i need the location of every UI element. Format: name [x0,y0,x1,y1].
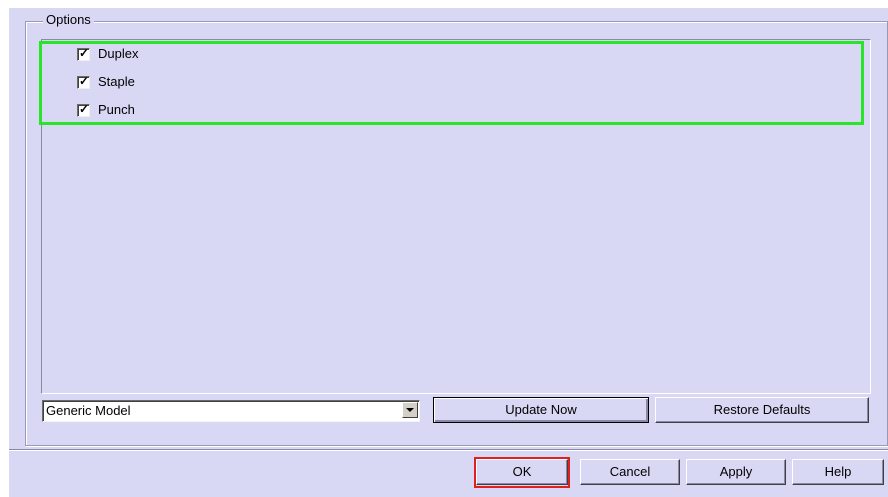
apply-button[interactable]: Apply [686,459,786,485]
duplex-label: Duplex [98,46,139,61]
duplex-checkbox[interactable]: ✓ [77,45,90,61]
staple-label: Staple [98,74,135,89]
printer-options-dialog: Options ✓ Duplex ✓ Staple ✓ Punch Generi… [9,8,888,497]
restore-defaults-button[interactable]: Restore Defaults [655,397,869,423]
options-group-title: Options [43,12,94,28]
chevron-down-icon [406,408,414,412]
punch-checkbox[interactable]: ✓ [77,101,90,117]
checkmark-icon: ✓ [79,73,90,88]
model-select[interactable]: Generic Model [42,400,420,422]
update-now-button[interactable]: Update Now [433,397,649,423]
cancel-button[interactable]: Cancel [580,459,680,485]
options-highlight-box [39,41,864,125]
option-staple[interactable]: ✓ Staple [77,72,135,92]
punch-label: Punch [98,102,135,117]
dialog-separator [9,449,888,451]
option-punch[interactable]: ✓ Punch [77,100,135,120]
model-select-value: Generic Model [46,403,131,418]
ok-highlight-box [474,457,570,488]
staple-checkbox[interactable]: ✓ [77,73,90,89]
help-button[interactable]: Help [792,459,884,485]
model-dropdown-button[interactable] [402,402,418,418]
option-duplex[interactable]: ✓ Duplex [77,44,138,64]
checkmark-icon: ✓ [79,45,90,60]
checkmark-icon: ✓ [79,101,90,116]
